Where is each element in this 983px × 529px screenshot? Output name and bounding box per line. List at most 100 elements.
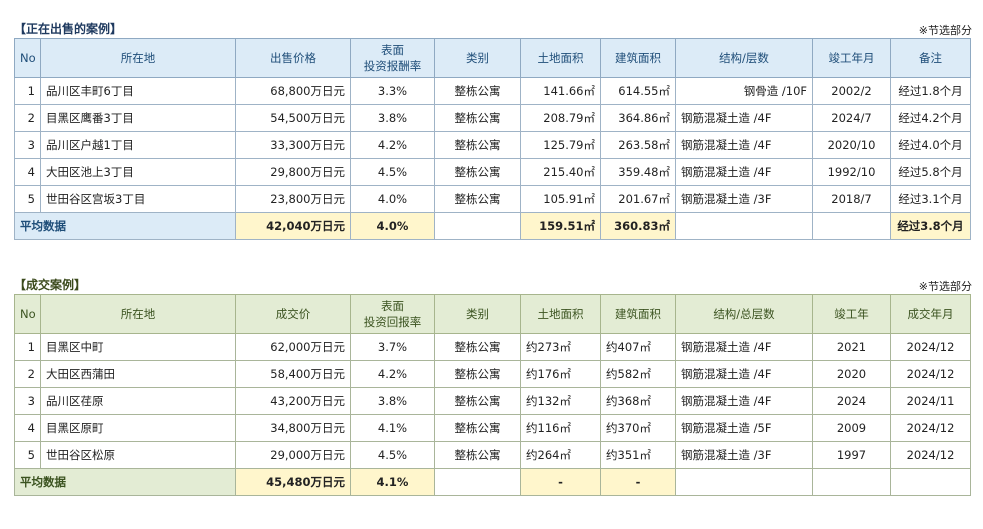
cell-no: 4 — [14, 158, 41, 186]
average-type-empty — [434, 212, 521, 240]
cell-no: 1 — [14, 77, 41, 105]
cell-building: 359.48㎡ — [600, 158, 676, 186]
closed-title: 【成交案例】 — [14, 278, 87, 292]
table-row: 5 世田谷区宫坂3丁目 23,800万日元 4.0% 整栋公寓 105.91㎡ … — [14, 185, 971, 213]
col-land: 土地面积 — [520, 294, 601, 334]
cell-price: 33,300万日元 — [235, 131, 351, 159]
average-structure-empty — [675, 468, 813, 496]
cell-no: 4 — [14, 414, 41, 442]
cell-remark: 经过4.0个月 — [890, 131, 971, 159]
cell-yield: 4.5% — [350, 441, 435, 469]
cell-price: 58,400万日元 — [235, 360, 351, 388]
cell-yield: 4.5% — [350, 158, 435, 186]
cell-location: 目黑区原町 — [40, 414, 236, 442]
cell-no: 5 — [14, 441, 41, 469]
closed-header-row: No 所在地 成交价 表面 投资回报率 类别 土地面积 建筑面积 结构/总层数 竣… — [14, 294, 971, 334]
average-land: 159.51㎡ — [520, 212, 601, 240]
cell-type: 整栋公寓 — [434, 104, 521, 132]
cell-no: 3 — [14, 387, 41, 415]
cell-remark: 经过1.8个月 — [890, 77, 971, 105]
table-row: 2 大田区西蒲田 58,400万日元 4.2% 整栋公寓 约176㎡ 约582㎡… — [14, 360, 971, 388]
col-no: No — [14, 294, 41, 334]
cell-built: 2021 — [812, 333, 891, 361]
cell-type: 整栋公寓 — [434, 131, 521, 159]
col-built: 竣工年 — [812, 294, 891, 334]
cell-structure: 钢筋混凝土造 /4F — [675, 360, 813, 388]
cell-built: 2020/10 — [812, 131, 891, 159]
average-label: 平均数据 — [14, 468, 236, 496]
cell-deal: 2024/11 — [890, 387, 971, 415]
cell-built: 1992/10 — [812, 158, 891, 186]
cell-yield: 3.7% — [350, 333, 435, 361]
cell-built: 2020 — [812, 360, 891, 388]
col-type: 类别 — [434, 294, 521, 334]
cell-land: 约116㎡ — [520, 414, 601, 442]
average-built-empty — [812, 212, 891, 240]
closed-table: No 所在地 成交价 表面 投资回报率 类别 土地面积 建筑面积 结构/总层数 竣… — [14, 294, 971, 496]
average-deal-empty — [890, 468, 971, 496]
table-row: 3 品川区户越1丁目 33,300万日元 4.2% 整栋公寓 125.79㎡ 2… — [14, 131, 971, 159]
col-price: 成交价 — [235, 294, 351, 334]
cell-building: 364.86㎡ — [600, 104, 676, 132]
cell-building: 201.67㎡ — [600, 185, 676, 213]
cell-location: 大田区西蒲田 — [40, 360, 236, 388]
cell-type: 整栋公寓 — [434, 387, 521, 415]
cell-land: 125.79㎡ — [520, 131, 601, 159]
cell-structure: 钢筋混凝土造 /4F — [675, 387, 813, 415]
cell-structure: 钢筋混凝土造 /4F — [675, 333, 813, 361]
cell-built: 2002/2 — [812, 77, 891, 105]
col-type: 类别 — [434, 38, 521, 78]
cell-price: 68,800万日元 — [235, 77, 351, 105]
average-structure-empty — [675, 212, 813, 240]
cell-land: 141.66㎡ — [520, 77, 601, 105]
cell-structure: 钢筋混凝土造 /4F — [675, 104, 813, 132]
cell-location: 品川区户越1丁目 — [40, 131, 236, 159]
cell-yield: 3.3% — [350, 77, 435, 105]
cell-structure: 钢筋混凝土造 /4F — [675, 131, 813, 159]
cell-location: 世田谷区宫坂3丁目 — [40, 185, 236, 213]
cell-no: 5 — [14, 185, 41, 213]
average-yield: 4.1% — [350, 468, 435, 496]
selling-note: ※节选部分 — [918, 24, 972, 37]
cell-yield: 4.2% — [350, 131, 435, 159]
average-remark: 经过3.8个月 — [890, 212, 971, 240]
cell-land: 约273㎡ — [520, 333, 601, 361]
average-price: 42,040万日元 — [235, 212, 351, 240]
cell-no: 2 — [14, 104, 41, 132]
average-row: 平均数据 45,480万日元 4.1% - - — [14, 468, 971, 496]
cell-no: 1 — [14, 333, 41, 361]
cell-remark: 经过3.1个月 — [890, 185, 971, 213]
cell-land: 208.79㎡ — [520, 104, 601, 132]
cell-structure: 钢骨造 /10F — [675, 77, 813, 105]
cell-deal: 2024/12 — [890, 414, 971, 442]
cell-built: 2018/7 — [812, 185, 891, 213]
cell-building: 263.58㎡ — [600, 131, 676, 159]
col-yield: 表面 投资报酬率 — [350, 38, 435, 78]
table-row: 1 目黑区中町 62,000万日元 3.7% 整栋公寓 约273㎡ 约407㎡ … — [14, 333, 971, 361]
cell-price: 62,000万日元 — [235, 333, 351, 361]
cell-built: 2024 — [812, 387, 891, 415]
cell-yield: 3.8% — [350, 104, 435, 132]
cell-deal: 2024/12 — [890, 360, 971, 388]
cell-price: 29,000万日元 — [235, 441, 351, 469]
cell-location: 目黑区鹰番3丁目 — [40, 104, 236, 132]
cell-location: 品川区荏原 — [40, 387, 236, 415]
average-land: - — [520, 468, 601, 496]
closed-section: 【成交案例】 ※节选部分 No 所在地 成交价 表面 投资回报率 类别 土地面积 … — [14, 272, 972, 496]
cell-building: 约582㎡ — [600, 360, 676, 388]
cell-price: 34,800万日元 — [235, 414, 351, 442]
selling-header-row: No 所在地 出售价格 表面 投资报酬率 类别 土地面积 建筑面积 结构/层数 竣… — [14, 38, 971, 78]
cell-built: 2009 — [812, 414, 891, 442]
cell-land: 约176㎡ — [520, 360, 601, 388]
cell-yield: 3.8% — [350, 387, 435, 415]
col-no: No — [14, 38, 41, 78]
col-location: 所在地 — [40, 294, 236, 334]
cell-building: 614.55㎡ — [600, 77, 676, 105]
cell-remark: 经过5.8个月 — [890, 158, 971, 186]
table-row: 3 品川区荏原 43,200万日元 3.8% 整栋公寓 约132㎡ 约368㎡ … — [14, 387, 971, 415]
col-deal: 成交年月 — [890, 294, 971, 334]
average-built-empty — [812, 468, 891, 496]
table-row: 5 世田谷区松原 29,000万日元 4.5% 整栋公寓 约264㎡ 约351㎡… — [14, 441, 971, 469]
table-row: 4 目黑区原町 34,800万日元 4.1% 整栋公寓 约116㎡ 约370㎡ … — [14, 414, 971, 442]
cell-land: 约132㎡ — [520, 387, 601, 415]
